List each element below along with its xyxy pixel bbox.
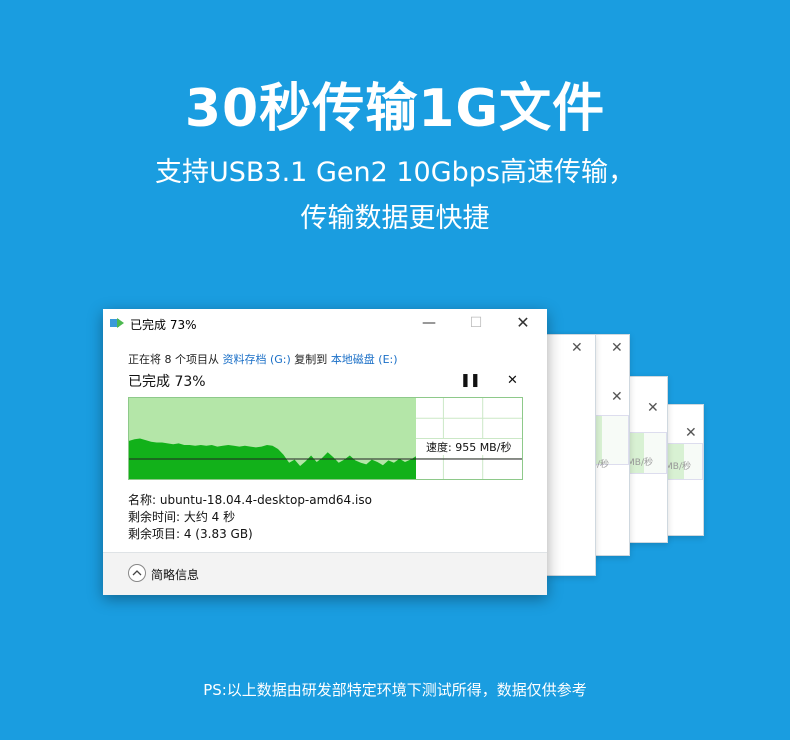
file-copy-dialog: 已完成 73% — ☐ ✕ 正在将 8 个项目从 资料存档 (G:) 复制到 本…: [103, 309, 547, 595]
cancel-button[interactable]: ✕: [507, 373, 518, 388]
close-button[interactable]: ✕: [508, 313, 538, 333]
copy-app-icon: [110, 318, 124, 328]
dialog-titlebar: 已完成 73% — ☐ ✕: [103, 309, 547, 337]
minimize-button[interactable]: —: [414, 313, 444, 333]
disclaimer-footnote: PS:以上数据由研发部特定环境下测试所得，数据仅供参考: [203, 681, 587, 699]
close-icon: ✕: [611, 340, 623, 356]
pause-button[interactable]: ❚❚: [460, 373, 481, 388]
hero-title: 30秒传输1G文件: [184, 79, 606, 139]
time-remaining-label: 剩余时间: 大约 4 秒: [128, 510, 236, 524]
chevron-up-icon[interactable]: [128, 564, 146, 582]
ghost-speed-label: MB/秒: [665, 462, 691, 472]
copy-prefix: 正在将 8 个项目从: [128, 353, 223, 366]
copy-middle: 复制到: [290, 353, 331, 366]
items-remaining-label: 剩余项目: 4 (3.83 GB): [128, 527, 253, 541]
source-link[interactable]: 资料存档 (G:): [223, 353, 291, 366]
ghost-dialog-1: ✕: [547, 334, 596, 576]
percent-complete-label: 已完成 73%: [128, 374, 206, 390]
file-name-label: 名称: ubuntu-18.04.4-desktop-amd64.iso: [128, 493, 372, 507]
copy-description: 正在将 8 个项目从 资料存档 (G:) 复制到 本地磁盘 (E:): [128, 351, 398, 367]
close-icon: ✕: [611, 389, 623, 405]
destination-link[interactable]: 本地磁盘 (E:): [331, 353, 398, 366]
close-icon: ✕: [571, 340, 583, 356]
hero-subtitle-line1: 支持USB3.1 Gen2 10Gbps高速传输，: [155, 157, 635, 188]
close-icon: ✕: [647, 400, 659, 416]
ghost-speed-label: MB/秒: [627, 458, 653, 468]
speed-label: 速度: 955 MB/秒: [425, 439, 513, 455]
transfer-speed-graph: 速度: 955 MB/秒: [128, 397, 523, 480]
fewer-details-label[interactable]: 简略信息: [151, 566, 199, 583]
maximize-button[interactable]: ☐: [461, 313, 491, 333]
hero-subtitle-line2: 传输数据更快捷: [300, 203, 490, 234]
close-icon: ✕: [685, 425, 697, 441]
dialog-title: 已完成 73%: [130, 318, 197, 332]
